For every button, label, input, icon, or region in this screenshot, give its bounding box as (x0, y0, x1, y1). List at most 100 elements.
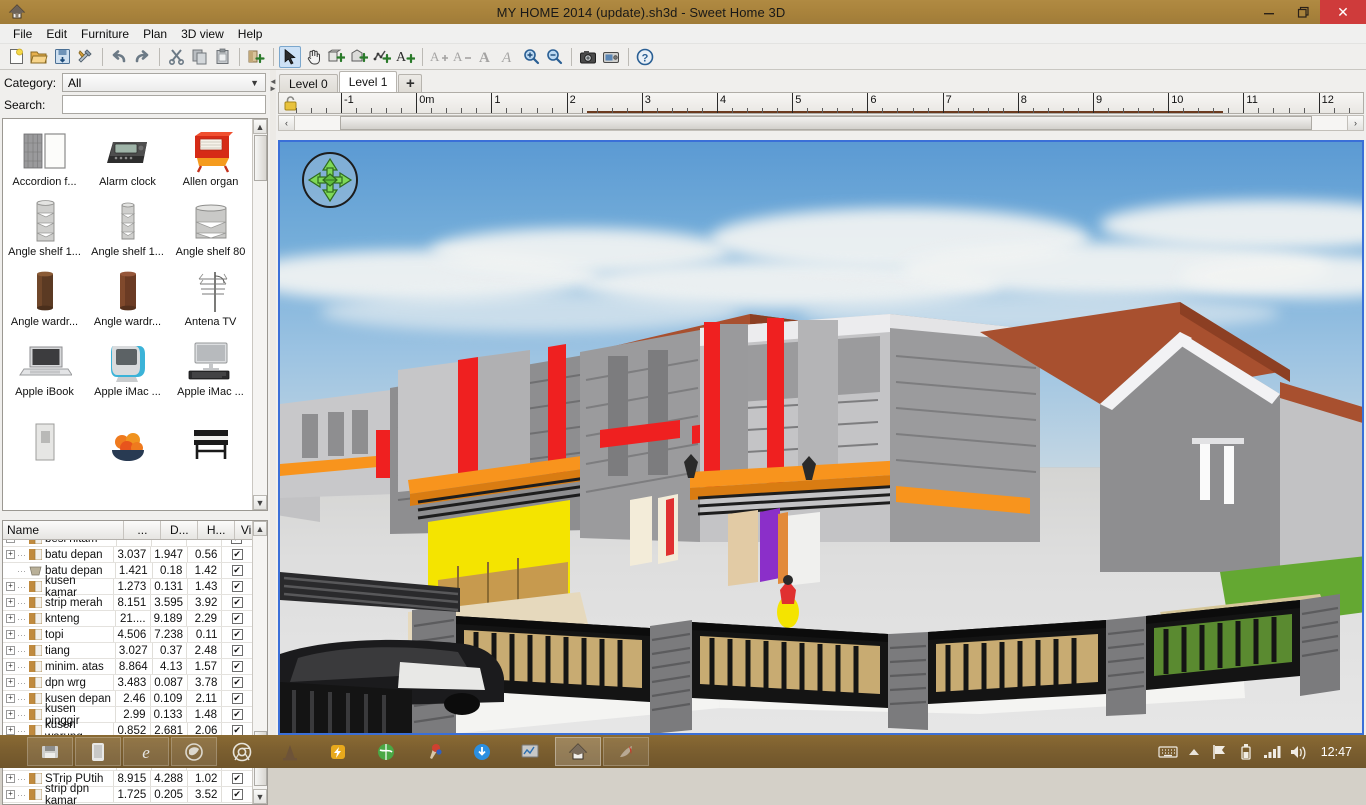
catalog-item[interactable]: Angle shelf 80 (169, 189, 252, 259)
help-button[interactable]: ? (634, 46, 656, 68)
catalog-item[interactable]: Apple iMac ... (169, 329, 252, 399)
visible-checkbox[interactable]: ✔ (232, 661, 243, 672)
menu-file[interactable]: File (6, 25, 39, 43)
column-header-depth[interactable]: D... (161, 521, 198, 539)
decrease-text-size-button[interactable]: A (451, 46, 473, 68)
scroll-left-button[interactable]: ‹ (279, 116, 295, 130)
scroll-track[interactable] (295, 116, 1347, 130)
taskbar-clock[interactable]: 12:47 (1321, 745, 1352, 759)
expand-icon[interactable]: + (6, 646, 15, 655)
add-furniture-button[interactable] (245, 46, 267, 68)
level-tab-0[interactable]: Level 0 (279, 74, 338, 92)
table-row[interactable]: +···strip merah8.1513.5953.92✔ (3, 595, 252, 611)
catalog-scrollbar[interactable]: ▲ ▼ (252, 119, 267, 510)
italic-style-button[interactable]: A (497, 46, 519, 68)
undo-button[interactable] (108, 46, 130, 68)
chevron-up-icon[interactable] (1181, 735, 1207, 768)
catalog-item[interactable]: Allen organ (169, 119, 252, 189)
minimize-button[interactable] (1252, 0, 1286, 24)
expand-icon[interactable]: + (6, 710, 15, 719)
table-row[interactable]: +···tiang3.0270.372.48✔ (3, 643, 252, 659)
visible-checkbox[interactable]: ✔ (232, 565, 243, 576)
taskbar-paint[interactable] (411, 737, 457, 766)
visible-checkbox[interactable]: ✔ (232, 677, 243, 688)
catalog-item[interactable]: Antena TV (169, 259, 252, 329)
menu-plan[interactable]: Plan (136, 25, 174, 43)
select-mode-button[interactable] (279, 46, 301, 68)
scroll-track[interactable] (253, 134, 267, 495)
table-row[interactable]: +···besi hitam✔ (3, 540, 252, 547)
taskbar-sweethome3d[interactable] (555, 737, 601, 766)
table-row[interactable]: +···strip dpn kamar1.7250.2053.52✔ (3, 787, 252, 803)
catalog-item[interactable]: Angle shelf 1... (86, 189, 169, 259)
taskbar-chrome[interactable] (219, 737, 265, 766)
create-walls-button[interactable] (325, 46, 347, 68)
table-row[interactable]: +···STrip PUtih8.9154.2881.02✔ (3, 771, 252, 787)
column-header-height[interactable]: H... (198, 521, 235, 539)
create-rooms-button[interactable] (348, 46, 370, 68)
increase-text-size-button[interactable]: A (428, 46, 450, 68)
menu-3d-view[interactable]: 3D view (174, 25, 231, 43)
add-level-button[interactable]: + (398, 74, 422, 92)
zoom-in-button[interactable] (520, 46, 542, 68)
taskbar-traffic-cone[interactable] (267, 737, 313, 766)
column-header-name[interactable]: Name (3, 521, 124, 539)
menu-edit[interactable]: Edit (39, 25, 74, 43)
catalog-item[interactable] (86, 399, 169, 469)
visible-checkbox[interactable]: ✔ (232, 549, 243, 560)
3d-view[interactable] (278, 140, 1364, 735)
copy-button[interactable] (188, 46, 210, 68)
taskbar-flash[interactable] (315, 737, 361, 766)
catalog-item[interactable]: Angle shelf 1... (3, 189, 86, 259)
keyboard-icon[interactable] (1155, 735, 1181, 768)
preferences-button[interactable] (74, 46, 96, 68)
close-button[interactable]: ✕ (1320, 0, 1366, 24)
visible-checkbox[interactable]: ✔ (232, 613, 243, 624)
search-input[interactable] (62, 95, 266, 114)
paste-button[interactable] (211, 46, 233, 68)
new-home-button[interactable] (5, 46, 27, 68)
start-button[interactable] (0, 735, 26, 768)
taskbar-globe[interactable] (363, 737, 409, 766)
visible-checkbox[interactable]: ✔ (231, 540, 242, 544)
expand-icon[interactable]: + (6, 726, 15, 735)
table-row[interactable]: +···dpn wrg3.4830.0873.78✔ (3, 675, 252, 691)
scroll-down-button[interactable]: ▼ (253, 495, 267, 510)
catalog-item[interactable]: Apple iMac ... (86, 329, 169, 399)
expand-icon[interactable]: + (6, 774, 15, 783)
bold-style-button[interactable]: A (474, 46, 496, 68)
scroll-thumb[interactable] (340, 116, 1312, 130)
table-row[interactable]: +···topi4.5067.2380.11✔ (3, 627, 252, 643)
table-row[interactable]: +···kusen kamar1.2730.1311.43✔ (3, 579, 252, 595)
signal-bars-icon[interactable] (1259, 735, 1285, 768)
battery-icon[interactable] (1233, 735, 1259, 768)
expand-icon[interactable]: + (6, 540, 15, 543)
expand-icon[interactable]: + (6, 678, 15, 687)
catalog-item[interactable]: Alarm clock (86, 119, 169, 189)
taskbar-pdf-reader[interactable] (603, 737, 649, 766)
expand-icon[interactable]: + (6, 550, 15, 559)
table-row[interactable]: +···kusen pinggir2.990.1331.48✔ (3, 707, 252, 723)
add-text-button[interactable]: A (394, 46, 416, 68)
scroll-up-button[interactable]: ▲ (253, 521, 267, 536)
expand-icon[interactable]: + (6, 790, 15, 799)
table-row[interactable]: ···batu depan1.4210.181.42✔ (3, 563, 252, 579)
furniture-catalog-list[interactable]: Accordion f... Alarm clock (2, 118, 268, 511)
menu-help[interactable]: Help (231, 25, 270, 43)
catalog-item[interactable] (169, 399, 252, 469)
scroll-down-button[interactable]: ▼ (253, 789, 267, 804)
expand-icon[interactable]: + (6, 598, 15, 607)
create-photo-button[interactable] (577, 46, 599, 68)
navigation-compass-icon[interactable] (302, 152, 358, 208)
redo-button[interactable] (131, 46, 153, 68)
visible-checkbox[interactable]: ✔ (232, 789, 243, 800)
catalog-item[interactable]: Angle wardr... (86, 259, 169, 329)
save-button[interactable] (51, 46, 73, 68)
scroll-right-button[interactable]: › (1347, 116, 1363, 130)
visible-checkbox[interactable]: ✔ (232, 773, 243, 784)
pan-mode-button[interactable] (302, 46, 324, 68)
taskbar-store[interactable] (75, 737, 121, 766)
catalog-item[interactable]: Angle wardr... (3, 259, 86, 329)
column-header-width[interactable]: ... (124, 521, 161, 539)
cut-button[interactable] (165, 46, 187, 68)
